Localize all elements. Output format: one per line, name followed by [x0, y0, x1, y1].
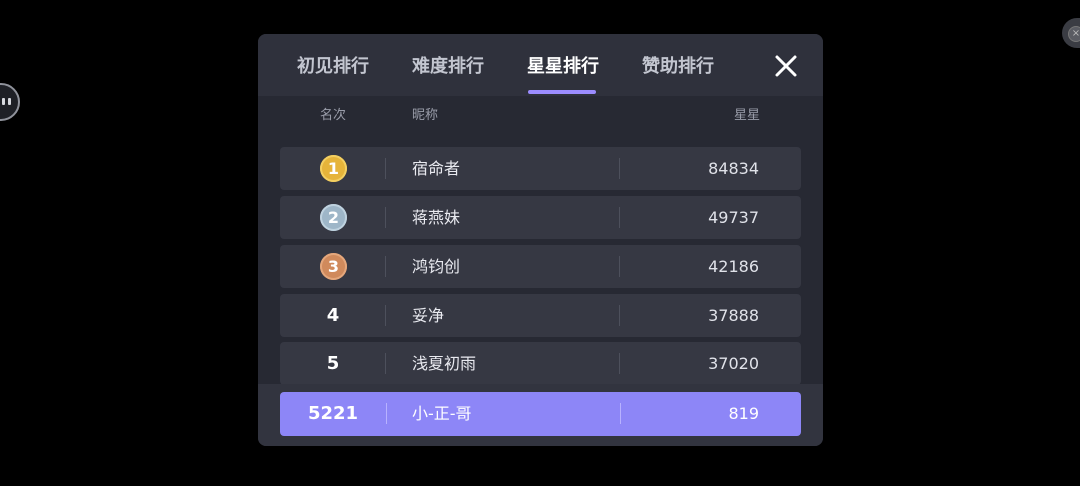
my-name: 小-正-哥: [412, 404, 472, 423]
my-star-count: 819: [728, 404, 759, 423]
active-tab-indicator: [528, 90, 596, 94]
divider: [619, 256, 620, 277]
table-row: 4 妥净 37888: [280, 294, 801, 337]
close-circle-icon: ×: [1068, 26, 1080, 42]
floating-side-button[interactable]: ×: [1062, 18, 1080, 48]
close-x-icon: [775, 55, 797, 77]
rank-cell: 2: [280, 196, 386, 239]
tab-difficulty[interactable]: 难度排行: [412, 54, 484, 80]
player-name: 妥净: [412, 306, 445, 325]
table-row: 1 宿命者 84834: [280, 147, 801, 190]
my-rank-number: 5221: [307, 403, 359, 424]
silver-medal-icon: 2: [320, 204, 347, 231]
column-header-rank: 名次: [320, 108, 347, 123]
divider: [385, 256, 386, 277]
tab-first-seen[interactable]: 初见排行: [297, 54, 369, 80]
divider: [385, 207, 386, 228]
rank-cell: 3: [280, 245, 386, 288]
leaderboard-list[interactable]: [258, 96, 823, 384]
divider: [619, 158, 620, 179]
star-count: 37020: [708, 354, 759, 373]
rank-number: 5: [326, 353, 340, 374]
player-name: 宿命者: [412, 159, 461, 178]
close-button[interactable]: [770, 50, 802, 82]
divider: [619, 207, 620, 228]
star-count: 42186: [708, 257, 759, 276]
floating-assistant-button[interactable]: [0, 83, 20, 121]
rank-number: 4: [326, 305, 340, 326]
divider: [620, 403, 621, 424]
tab-sponsor[interactable]: 赞助排行: [642, 54, 714, 80]
divider: [385, 158, 386, 179]
star-count: 49737: [708, 208, 759, 227]
face-icon: [2, 98, 11, 106]
bronze-medal-icon: 3: [320, 253, 347, 280]
table-row: 3 鸿钧创 42186: [280, 245, 801, 288]
tab-stars[interactable]: 星星排行: [527, 54, 599, 80]
leaderboard-panel: 初见排行 难度排行 星星排行 赞助排行 名次 昵称 星星 1 宿命者 84834…: [258, 34, 823, 446]
column-header-name: 昵称: [412, 108, 439, 123]
star-count: 37888: [708, 306, 759, 325]
divider: [385, 353, 386, 374]
divider: [619, 305, 620, 326]
tab-bar: 初见排行 难度排行 星星排行 赞助排行: [258, 34, 823, 96]
column-header-stars: 星星: [734, 108, 761, 123]
player-name: 蒋燕妹: [412, 208, 461, 227]
table-row: 5 浅夏初雨 37020: [280, 342, 801, 385]
star-count: 84834: [708, 159, 759, 178]
player-name: 鸿钧创: [412, 257, 461, 276]
my-rank-row: 5221 小-正-哥 819: [280, 392, 801, 436]
divider: [386, 403, 387, 424]
gold-medal-icon: 1: [320, 155, 347, 182]
table-row: 2 蒋燕妹 49737: [280, 196, 801, 239]
rank-cell: 1: [280, 147, 386, 190]
divider: [619, 353, 620, 374]
divider: [385, 305, 386, 326]
player-name: 浅夏初雨: [412, 354, 477, 373]
